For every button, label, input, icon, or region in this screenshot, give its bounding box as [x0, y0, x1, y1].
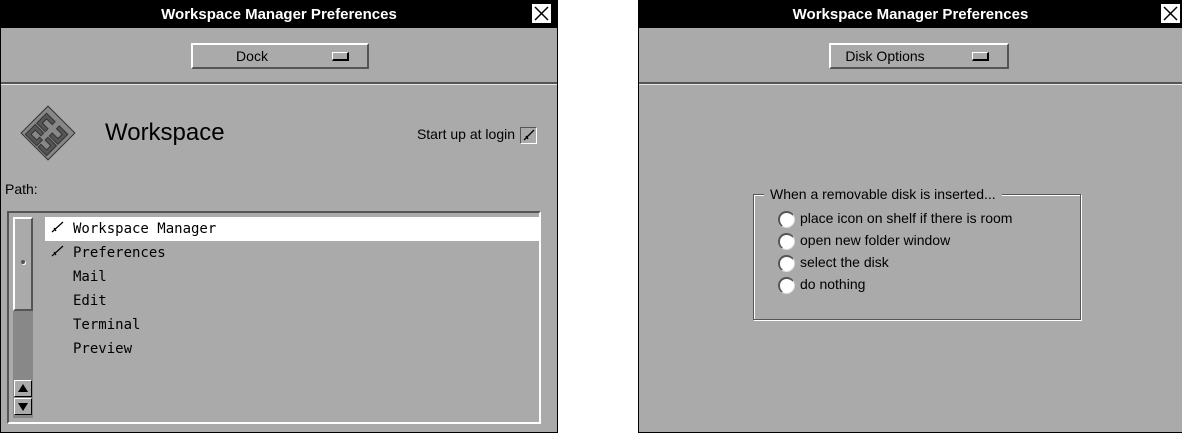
popup-grip-icon	[972, 52, 989, 61]
path-item-label: Edit	[73, 293, 107, 309]
preferences-section-popup[interactable]: Dock	[191, 43, 369, 69]
path-list-item[interactable]: Workspace Manager	[45, 217, 539, 241]
disk-insert-options-group: When a removable disk is inserted... pla…	[753, 186, 1081, 320]
popup-label: Dock	[236, 48, 268, 64]
separator	[1, 82, 557, 85]
radio-button[interactable]	[778, 276, 795, 294]
radio-button[interactable]	[778, 254, 795, 272]
window-title: Workspace Manager Preferences	[161, 6, 397, 23]
radio-label: do nothing	[800, 276, 866, 292]
checkmark-icon	[523, 129, 535, 141]
popup-grip-icon	[332, 52, 349, 61]
close-icon[interactable]	[532, 4, 551, 23]
radio-option-do-nothing[interactable]: do nothing	[778, 274, 865, 294]
path-item-label: Terminal	[73, 317, 141, 333]
scroll-down-button[interactable]	[14, 398, 32, 415]
preferences-window-disk-options: Workspace Manager Preferences Disk Optio…	[638, 0, 1182, 433]
arrow-down-icon	[18, 403, 28, 411]
radio-option-new-folder[interactable]: open new folder window	[778, 230, 950, 250]
checkmark-icon	[51, 217, 73, 241]
path-item-label: Preview	[73, 341, 133, 357]
path-list-item[interactable]: Terminal	[45, 313, 539, 337]
radio-option-select-disk[interactable]: select the disk	[778, 252, 889, 272]
path-item-label: Mail	[73, 269, 107, 285]
vertical-scrollbar[interactable]	[13, 217, 33, 418]
window-title: Workspace Manager Preferences	[792, 6, 1029, 23]
knob-dimple-icon	[21, 260, 25, 264]
radio-label: select the disk	[800, 254, 889, 270]
path-list: Workspace Manager Preferences Mail Edit Term…	[45, 217, 539, 418]
panel-title: Workspace	[105, 119, 225, 146]
preferences-section-popup[interactable]: Disk Options	[829, 43, 1009, 69]
path-list-item[interactable]: Mail	[45, 265, 539, 289]
startup-label: Start up at login	[416, 126, 515, 142]
popup-label: Disk Options	[845, 48, 925, 64]
preferences-window-dock: Workspace Manager Preferences Dock Works…	[0, 0, 558, 433]
scroll-up-button[interactable]	[14, 380, 32, 397]
startup-checkbox[interactable]	[520, 126, 537, 144]
arrow-up-icon	[18, 384, 28, 392]
path-label: Path:	[5, 181, 38, 197]
radio-option-shelf[interactable]: place icon on shelf if there is room	[778, 208, 1012, 228]
workspace-logo-icon	[19, 104, 77, 162]
path-list-item[interactable]: Preview	[45, 337, 539, 361]
path-list-item[interactable]: Edit	[45, 289, 539, 313]
close-icon[interactable]	[1161, 4, 1180, 23]
radio-label: open new folder window	[800, 232, 951, 248]
path-browser: Workspace Manager Preferences Mail Edit Term…	[7, 211, 541, 424]
radio-button[interactable]	[778, 232, 795, 250]
checkmark-icon	[51, 241, 73, 265]
window-titlebar[interactable]: Workspace Manager Preferences	[1, 1, 557, 28]
separator	[639, 82, 1182, 85]
path-item-label: Workspace Manager	[73, 221, 217, 237]
path-list-item[interactable]: Preferences	[45, 241, 539, 265]
startup-option: Start up at login	[417, 126, 537, 144]
scroll-knob[interactable]	[13, 217, 33, 311]
group-title: When a removable disk is inserted...	[764, 186, 1002, 202]
radio-label: place icon on shelf if there is room	[800, 210, 1013, 226]
window-titlebar[interactable]: Workspace Manager Preferences	[639, 1, 1182, 28]
path-item-label: Preferences	[73, 245, 166, 261]
radio-button[interactable]	[778, 210, 795, 228]
